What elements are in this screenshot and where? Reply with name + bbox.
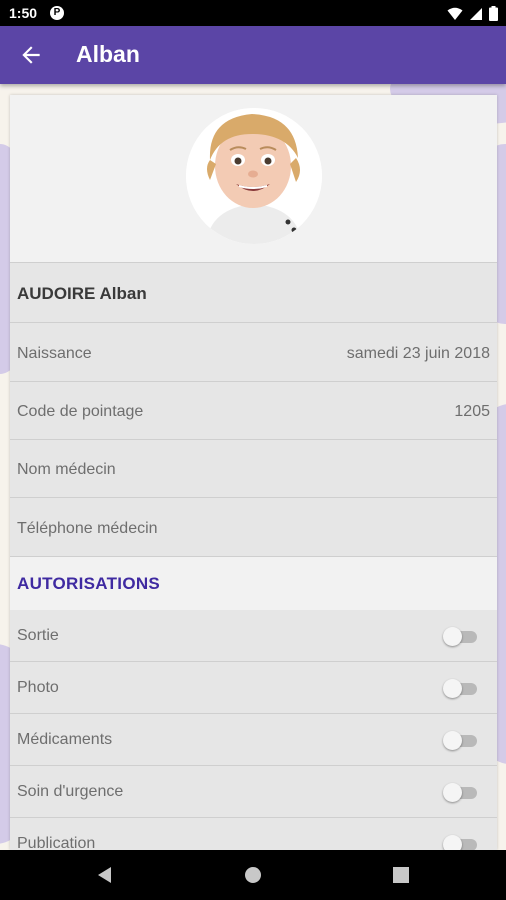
authorization-row-soin-urgence: Soin d'urgence [10, 766, 497, 818]
authorization-label: Soin d'urgence [17, 783, 124, 800]
doctor-phone-label: Téléphone médecin [17, 520, 158, 537]
toggle-thumb [443, 783, 462, 802]
doctor-phone-row[interactable]: Téléphone médecin [10, 498, 497, 557]
birth-label: Naissance [17, 345, 92, 362]
medicaments-toggle[interactable] [443, 729, 479, 751]
status-bar: 1:50 P [0, 0, 506, 26]
child-full-name: AUDOIRE Alban [17, 284, 147, 303]
authorization-label: Photo [17, 679, 59, 696]
authorization-row-photo: Photo [10, 662, 497, 714]
status-time: 1:50 [9, 5, 38, 21]
app-bar: Alban [0, 26, 506, 84]
child-name-row: AUDOIRE Alban [10, 263, 497, 323]
authorizations-header: AUTORISATIONS [10, 557, 497, 611]
toggle-thumb [443, 731, 462, 750]
child-avatar [186, 108, 322, 244]
authorization-row-sortie: Sortie [10, 610, 497, 662]
authorizations-heading: AUTORISATIONS [17, 574, 161, 593]
nav-back-icon[interactable] [95, 865, 115, 885]
avatar-section [10, 95, 497, 263]
authorization-label: Sortie [17, 627, 59, 644]
nav-home-icon[interactable] [243, 865, 263, 885]
toggle-thumb [443, 627, 462, 646]
status-icons [447, 6, 498, 21]
system-nav-bar [0, 850, 506, 900]
toggle-thumb [443, 679, 462, 698]
page-title: Alban [76, 41, 140, 67]
authorization-label: Médicaments [17, 731, 113, 748]
nav-recents-icon[interactable] [391, 865, 411, 885]
child-detail-card: AUDOIRE Alban Naissance samedi 23 juin 2… [10, 95, 497, 850]
back-arrow-icon[interactable] [18, 42, 44, 68]
authorization-label: Publication [17, 835, 96, 850]
checkin-code-value: 1205 [454, 403, 490, 420]
birth-value: samedi 23 juin 2018 [346, 345, 490, 362]
sortie-toggle[interactable] [443, 625, 479, 647]
authorization-row-publication: Publication [10, 818, 497, 850]
wifi-icon [447, 7, 463, 20]
soin-urgence-toggle[interactable] [443, 781, 479, 803]
doctor-name-row[interactable]: Nom médecin [10, 440, 497, 498]
checkin-code-label: Code de pointage [17, 403, 144, 420]
birth-row: Naissance samedi 23 juin 2018 [10, 323, 497, 382]
authorization-row-medicaments: Médicaments [10, 714, 497, 766]
checkin-code-row: Code de pointage 1205 [10, 382, 497, 440]
battery-icon [489, 6, 498, 21]
doctor-name-label: Nom médecin [17, 461, 116, 478]
child-photo [186, 108, 322, 244]
photo-toggle[interactable] [443, 677, 479, 699]
publication-toggle[interactable] [443, 833, 479, 850]
toggle-thumb [443, 835, 462, 850]
signal-icon [470, 7, 482, 20]
notification-app-icon: P [50, 6, 64, 20]
